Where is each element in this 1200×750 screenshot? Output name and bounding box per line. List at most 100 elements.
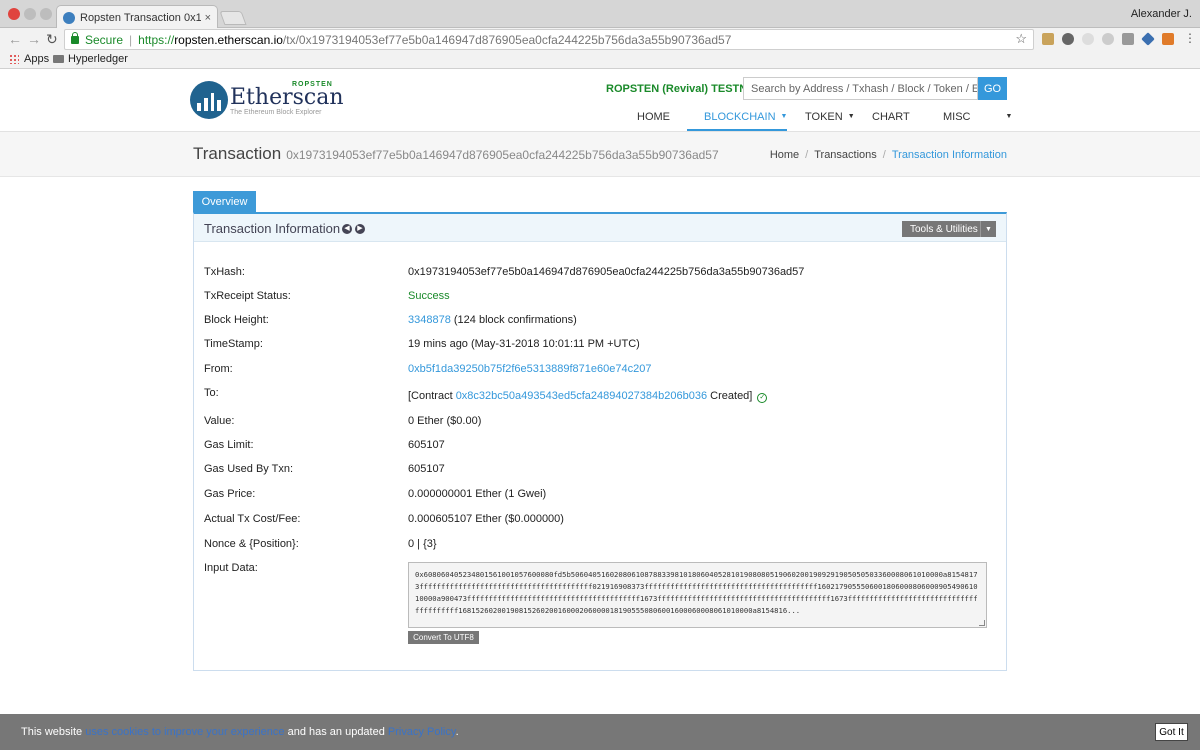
extension-circle-icon[interactable] <box>1102 33 1114 45</box>
logo-circle-icon <box>190 81 228 119</box>
nav-home-label: HOME <box>637 111 670 123</box>
tab-overview[interactable]: Overview <box>193 191 256 212</box>
extension-wallet-icon[interactable] <box>1042 33 1054 45</box>
tab-close-icon[interactable]: × <box>205 12 211 24</box>
minimize-window-button[interactable] <box>24 8 36 20</box>
cookie-text: This website uses cookies to improve you… <box>21 726 459 738</box>
browser-titlebar: Ropsten Transaction 0x19731 × Alexander … <box>0 0 1200 29</box>
browser-tab[interactable]: Ropsten Transaction 0x19731 × <box>56 5 218 29</box>
nav-blockchain[interactable]: BLOCKCHAIN ▼ <box>704 111 787 123</box>
extension-ethereum-icon[interactable] <box>1141 32 1155 46</box>
extension-refresh-icon[interactable] <box>1082 33 1094 45</box>
block-height-link[interactable]: 3348878 <box>408 314 451 326</box>
status-value: Success <box>408 290 450 302</box>
tools-utilities-button[interactable]: Tools & Utilities ▼ <box>902 221 996 237</box>
etherscan-logo[interactable]: ROPSTEN Etherscan The Ethereum Block Exp… <box>190 81 350 121</box>
bookmark-apps[interactable]: Apps <box>9 53 49 65</box>
block-height-label: Block Height: <box>204 314 269 326</box>
search-go-button[interactable]: GO <box>978 77 1007 100</box>
etherscan-favicon-icon <box>63 11 75 24</box>
caret-down-icon: ▼ <box>980 221 996 237</box>
site-header: ROPSTEN Etherscan The Ethereum Block Exp… <box>0 70 1200 132</box>
page-title-hash: 0x1973194053ef77e5b0a146947d876905ea0cfa… <box>286 148 719 162</box>
cookie-text-2: and has an updated <box>284 726 388 738</box>
nav-home[interactable]: HOME <box>637 111 670 123</box>
bookmark-hyperledger[interactable]: Hyperledger <box>53 53 128 65</box>
bookmark-star-icon[interactable]: ☆ <box>1015 31 1027 47</box>
txhash-value: 0x1973194053ef77e5b0a146947d876905ea0cfa… <box>408 266 805 278</box>
gas-limit-value: 605107 <box>408 439 445 451</box>
url-scheme: https:// <box>138 32 175 47</box>
tools-utilities-label: Tools & Utilities <box>910 223 978 235</box>
breadcrumb: Home / Transactions / Transaction Informatio… <box>769 149 1007 161</box>
reload-icon[interactable]: ↻ <box>46 31 58 48</box>
panel-title: Transaction Information <box>204 221 341 236</box>
gas-price-label: Gas Price: <box>204 488 256 500</box>
tx-cost-value: 0.000605107 Ether ($0.000000) <box>408 513 564 525</box>
block-confirmations: (124 block confirmations) <box>450 314 577 326</box>
convert-utf8-button[interactable]: Convert To UTF8 <box>408 631 479 644</box>
timestamp-label: TimeStamp: <box>204 338 263 350</box>
gas-used-label: Gas Used By Txn: <box>204 463 294 475</box>
cookie-banner: This website uses cookies to improve you… <box>0 714 1200 750</box>
got-it-button[interactable]: Got It <box>1155 723 1188 741</box>
nav-chart[interactable]: CHART <box>872 111 910 123</box>
bookmark-hyperledger-label: Hyperledger <box>68 53 128 65</box>
search-input[interactable] <box>743 77 978 100</box>
from-label: From: <box>204 363 233 375</box>
contract-address-link[interactable]: 0x8c32bc50a493543ed5cfa24894027384b206b0… <box>456 390 707 402</box>
nonce-value: 0 | {3} <box>408 538 437 550</box>
breadcrumb-transactions[interactable]: Transactions <box>814 149 877 161</box>
block-height-row: 3348878 (124 block confirmations) <box>408 314 577 326</box>
transaction-panel: Transaction Information ◀ ▶ Tools & Util… <box>193 212 1007 671</box>
nav-token[interactable]: TOKEN ▼ <box>805 111 855 123</box>
page-title-bar: Transaction 0x1973194053ef77e5b0a146947d8… <box>0 132 1200 177</box>
close-window-button[interactable] <box>8 8 20 20</box>
value-label: Value: <box>204 415 235 427</box>
extension-metamask-icon[interactable] <box>1162 33 1174 45</box>
nav-chart-label: CHART <box>872 111 910 123</box>
input-data-textarea[interactable]: 0x608060405234801561001057600080fd5b5060… <box>408 562 987 628</box>
txhash-label: TxHash: <box>204 266 245 278</box>
cookie-text-3: . <box>455 726 459 738</box>
back-arrow-icon[interactable]: ← <box>8 31 22 47</box>
forward-arrow-icon[interactable]: → <box>27 31 41 47</box>
lock-icon <box>71 31 79 44</box>
bookmarks-bar: Apps Hyperledger <box>0 51 1200 69</box>
logo-tagline: The Ethereum Block Explorer <box>230 109 322 116</box>
profile-name[interactable]: Alexander J. <box>1131 8 1192 20</box>
previous-transaction-icon[interactable]: ◀ <box>342 224 352 234</box>
url-host: ropsten.etherscan.io <box>174 32 283 47</box>
browser-menu-icon[interactable]: ⋮ <box>1184 32 1196 45</box>
nonce-label: Nonce & {Position}: <box>204 538 299 550</box>
gas-price-value: 0.000000001 Ether (1 Gwei) <box>408 488 547 500</box>
from-address-link[interactable]: 0xb5f1da39250b75f2f6e5313889f871e60e74c2… <box>408 363 651 375</box>
secure-label: Secure <box>85 32 124 47</box>
url-path: /tx/0x1973194053ef77e5b0a146947d876905ea… <box>282 32 732 47</box>
input-data-text: 0x608060405234801561001057600080fd5b5060… <box>415 570 978 615</box>
apps-grid-icon <box>9 54 19 64</box>
zoom-window-button[interactable] <box>40 8 52 20</box>
to-row: [Contract 0x8c32bc50a493543ed5cfa2489402… <box>408 390 768 403</box>
extension-evernote-icon[interactable] <box>1062 33 1074 45</box>
breadcrumb-current: Transaction Information <box>891 149 1007 161</box>
breadcrumb-home[interactable]: Home <box>770 149 799 161</box>
input-data-label: Input Data: <box>204 562 258 574</box>
bookmark-apps-label: Apps <box>24 53 50 65</box>
privacy-policy-link[interactable]: Privacy Policy <box>388 726 456 738</box>
panel-header: Transaction Information ◀ ▶ Tools & Util… <box>194 214 1006 242</box>
next-transaction-icon[interactable]: ▶ <box>355 224 365 234</box>
cookie-policy-link[interactable]: uses cookies to improve your experience <box>85 726 284 738</box>
to-prefix: [Contract <box>408 390 456 402</box>
status-label: TxReceipt Status: <box>204 290 291 302</box>
timestamp-value: 19 mins ago (May-31-2018 10:01:11 PM +UT… <box>408 338 640 350</box>
testnet-label: ROPSTEN (Revival) TESTNET <box>606 83 762 95</box>
new-tab-button[interactable] <box>219 11 247 25</box>
page-title-text: Transaction <box>193 144 282 163</box>
resize-handle-icon[interactable] <box>979 620 985 626</box>
to-label: To: <box>204 387 219 399</box>
nav-misc[interactable]: MISC ▼ <box>943 111 1012 123</box>
nav-token-label: TOKEN <box>805 111 843 123</box>
address-bar[interactable]: Secure | https://ropsten.etherscan.io/tx… <box>64 29 1034 50</box>
extension-window-icon[interactable] <box>1122 33 1134 45</box>
